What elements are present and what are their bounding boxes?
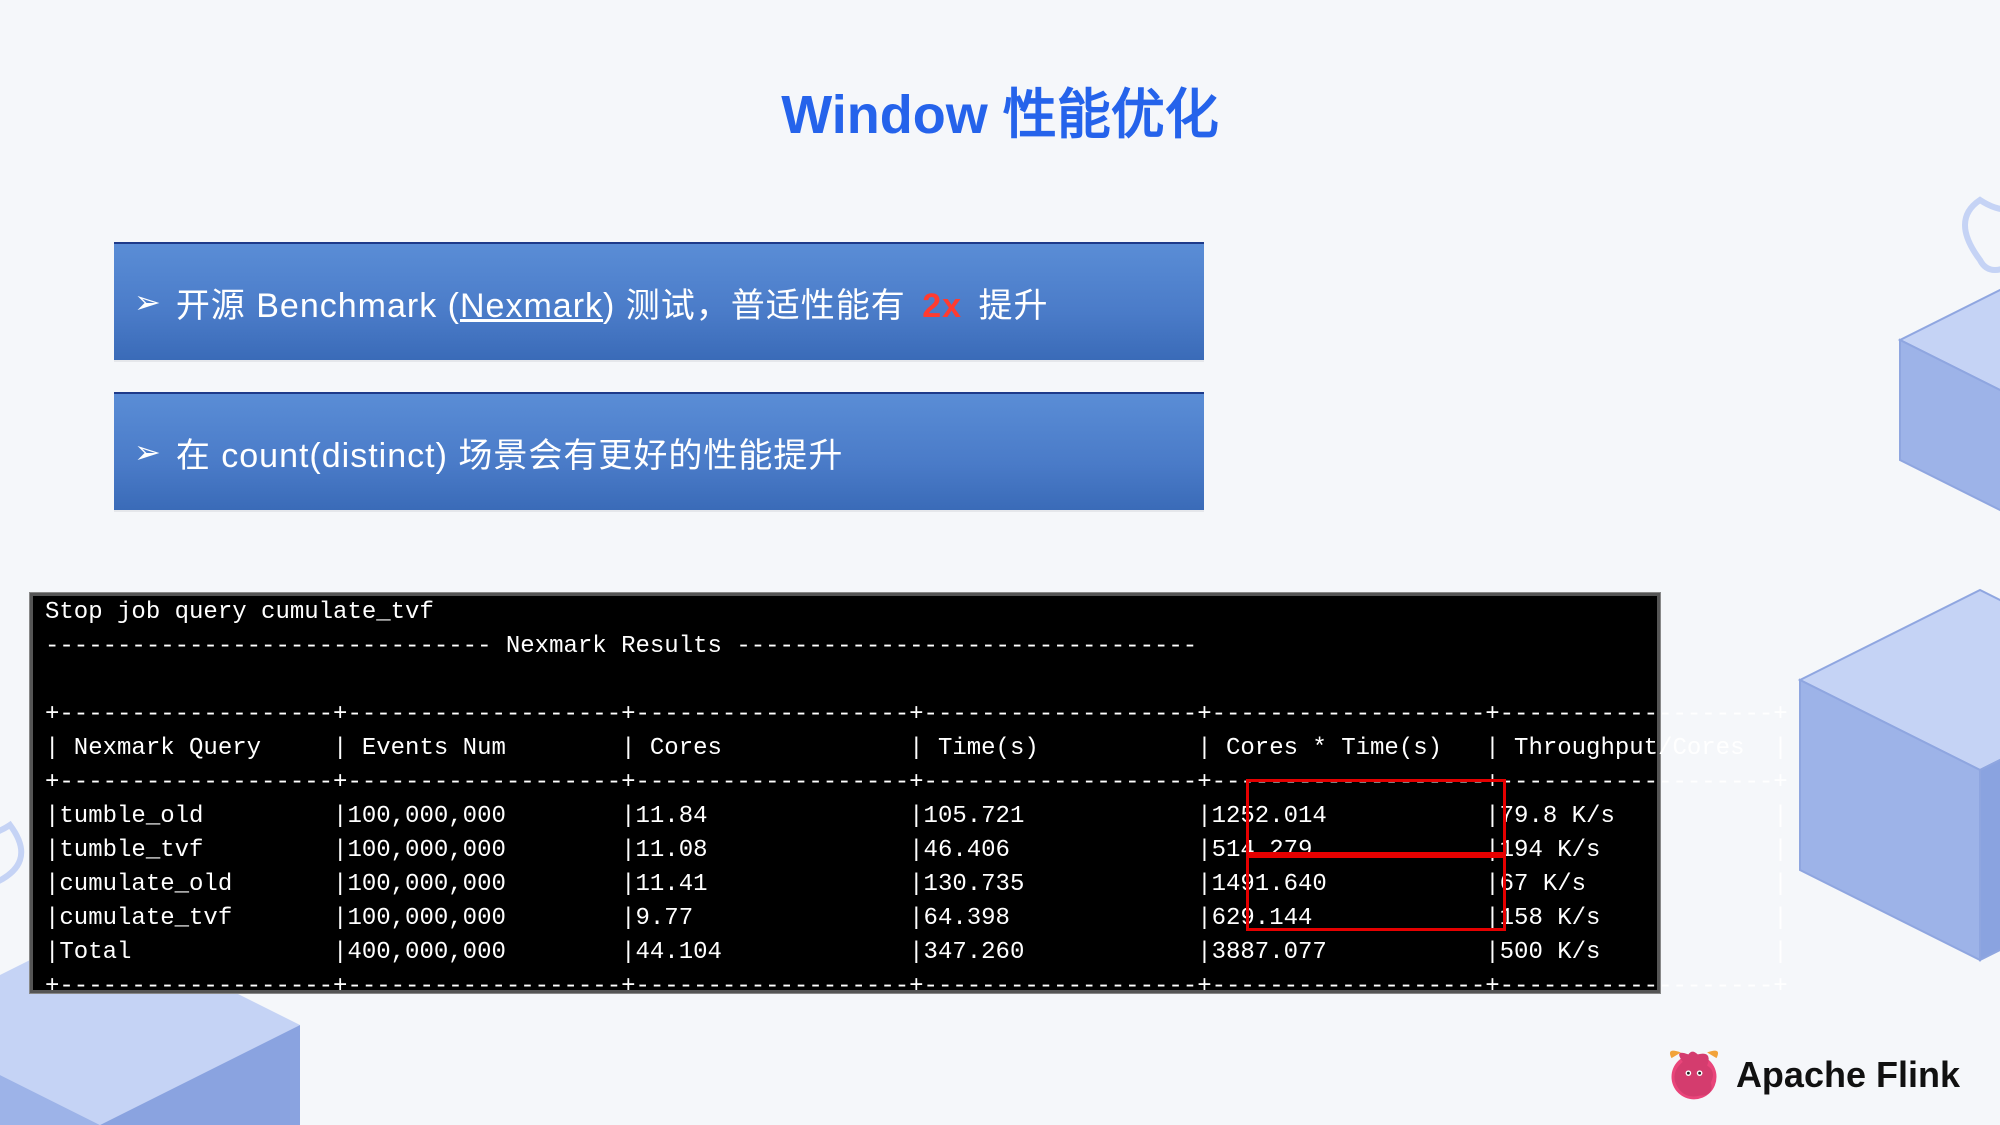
terminal-sep: +-------------------+-------------------… <box>33 698 1657 732</box>
brand-name: Apache Flink <box>1736 1054 1960 1096</box>
table-row: |Total |400,000,000 |44.104 |347.260 |38… <box>33 936 1657 970</box>
terminal-stop-line: Stop job query cumulate_tvf <box>33 596 1657 630</box>
bullet-1: ➢ 开源 Benchmark (Nexmark) 测试，普适性能有 2x 提升 <box>114 242 1204 362</box>
brand-logo: Apache Flink <box>1664 1045 1960 1105</box>
terminal-output: Stop job query cumulate_tvf ------------… <box>30 593 1660 993</box>
bullet-2: ➢ 在 count(distinct) 场景会有更好的性能提升 <box>114 392 1204 512</box>
bullet-1-pre: 开源 Benchmark ( <box>176 287 460 325</box>
bullet-1-mid: ) 测试，普适性能有 <box>603 287 916 325</box>
terminal-sep: +-------------------+-------------------… <box>33 766 1657 800</box>
terminal-col-header: | Nexmark Query | Events Num | Cores | T… <box>33 732 1657 766</box>
bullet-1-text: 开源 Benchmark (Nexmark) 测试，普适性能有 2x 提升 <box>176 278 1049 327</box>
table-row: |cumulate_old |100,000,000 |11.41 |130.7… <box>33 868 1657 902</box>
terminal-sep: +-------------------+-------------------… <box>33 970 1657 1004</box>
arrow-icon: ➢ <box>134 433 162 471</box>
nexmark-link[interactable]: Nexmark <box>460 287 603 325</box>
bullet-1-highlight: 2x <box>916 287 968 325</box>
table-row: |cumulate_tvf |100,000,000 |9.77 |64.398… <box>33 902 1657 936</box>
flink-squirrel-icon <box>1664 1045 1724 1105</box>
terminal-header-dash: ------------------------------- Nexmark … <box>33 630 1657 664</box>
bullet-2-text: 在 count(distinct) 场景会有更好的性能提升 <box>176 428 844 477</box>
arrow-icon: ➢ <box>134 283 162 321</box>
terminal-blank <box>33 664 1657 698</box>
slide-title: Window 性能优化 <box>0 70 2000 149</box>
table-row: |tumble_tvf |100,000,000 |11.08 |46.406 … <box>33 834 1657 868</box>
table-row: |tumble_old |100,000,000 |11.84 |105.721… <box>33 800 1657 834</box>
bullet-1-post: 提升 <box>968 287 1048 325</box>
